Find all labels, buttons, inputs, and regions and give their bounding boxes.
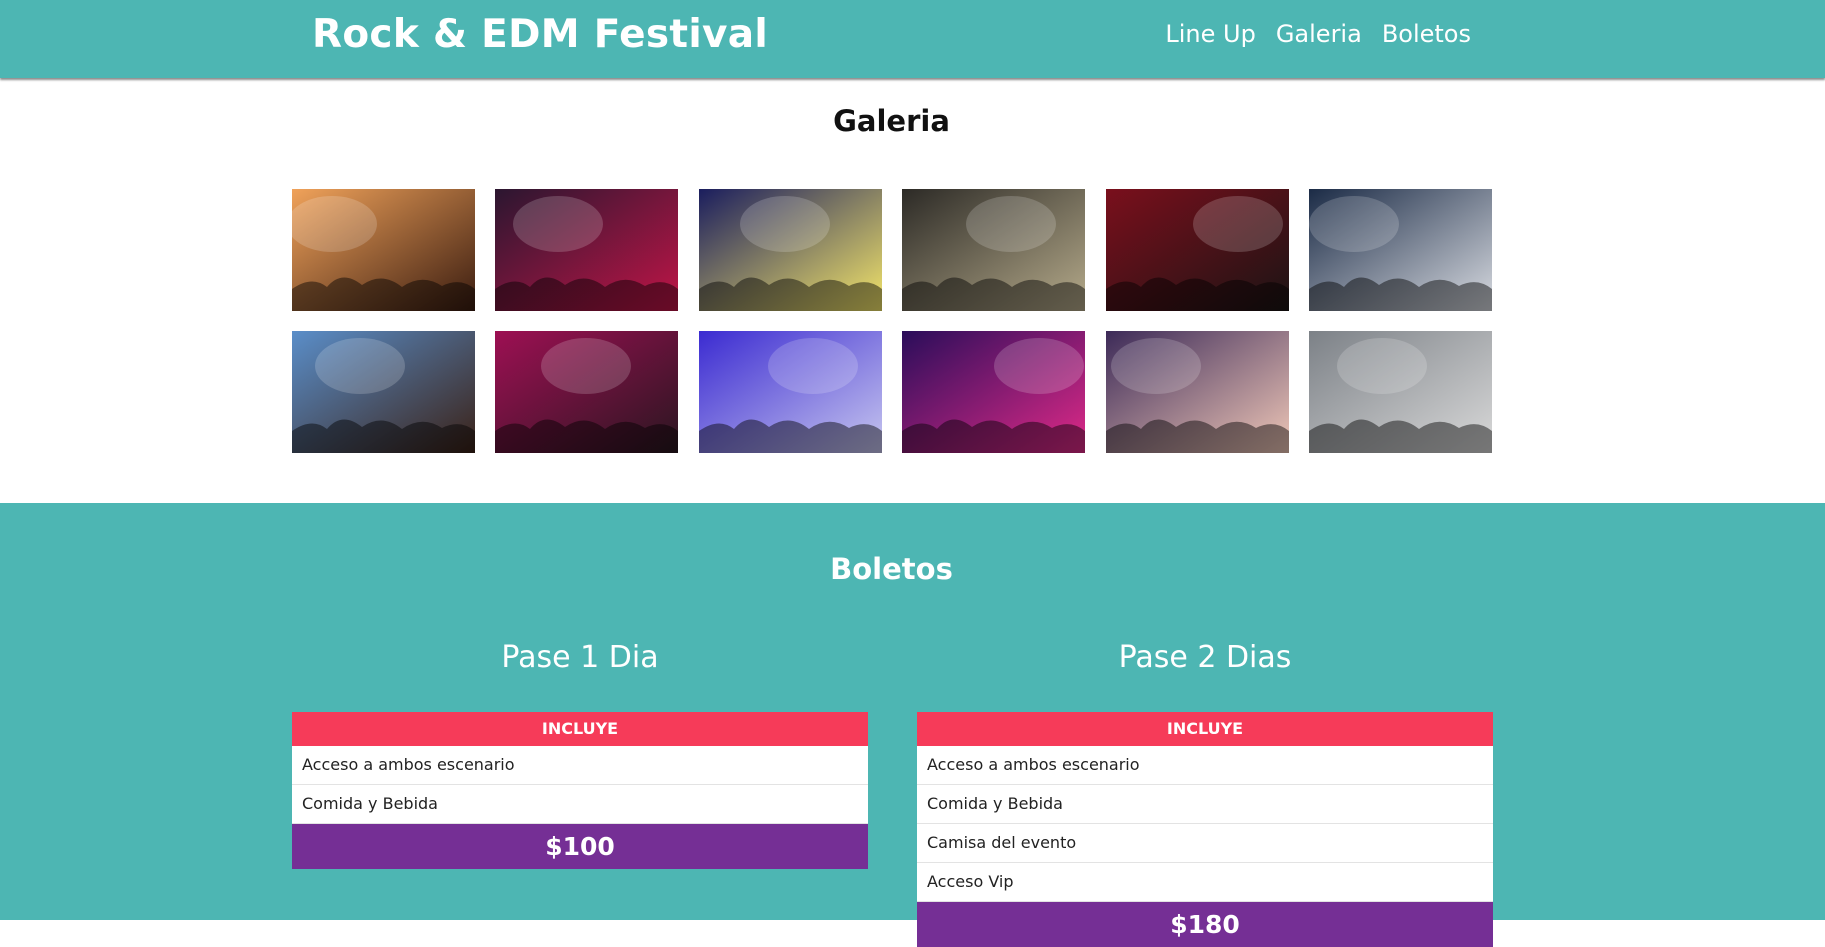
gallery-image-singer-smoke[interactable]: [1308, 331, 1492, 453]
gallery-image-dj-turntable[interactable]: [902, 189, 1086, 311]
gallery-image-guitar-closeup[interactable]: [292, 331, 475, 453]
include-item: Comida y Bebida: [917, 785, 1493, 824]
nav-link-galeria[interactable]: Galeria: [1276, 18, 1362, 50]
tickets-section: Boletos Pase 1 Dia INCLUYE Acceso a ambo…: [0, 503, 1825, 947]
gallery-image-dj-hand-purple[interactable]: [902, 331, 1086, 453]
site-brand[interactable]: Rock & EDM Festival: [312, 10, 768, 60]
gallery-image-band-stage[interactable]: [1105, 331, 1289, 453]
nav-link-line-up[interactable]: Line Up: [1165, 18, 1255, 50]
includes-header: INCLUYE: [292, 712, 868, 746]
include-item: Comida y Bebida: [292, 785, 868, 824]
gallery-image-concert-crowd[interactable]: [292, 189, 475, 311]
gallery-image-singer[interactable]: [495, 189, 679, 311]
pass-1-day: Pase 1 Dia INCLUYE Acceso a ambos escena…: [292, 638, 868, 869]
gallery-title: Galeria: [833, 104, 950, 138]
main-nav: Line Up Galeria Boletos: [1165, 18, 1471, 50]
nav-link-boletos[interactable]: Boletos: [1382, 18, 1471, 50]
pass-title: Pase 1 Dia: [501, 640, 659, 675]
tickets-title: Boletos: [830, 552, 953, 586]
pass-2-days: Pase 2 Dias INCLUYE Acceso a ambos escen…: [917, 638, 1493, 947]
pass-table: INCLUYE Acceso a ambos escenario Comida …: [917, 712, 1493, 947]
pass-table: INCLUYE Acceso a ambos escenario Comida …: [292, 712, 868, 869]
pass-price: $180: [917, 902, 1493, 947]
gallery-image-club-lights[interactable]: [698, 189, 882, 311]
include-item: Acceso a ambos escenario: [292, 746, 868, 785]
pass-title: Pase 2 Dias: [1118, 640, 1292, 675]
includes-header: INCLUYE: [917, 712, 1493, 746]
include-item: Camisa del evento: [917, 824, 1493, 863]
gallery-image-dj-laptop[interactable]: [495, 331, 679, 453]
gallery-image-dj-woman[interactable]: [1308, 189, 1492, 311]
gallery-image-dj-mixer-blue[interactable]: [698, 331, 882, 453]
gallery-image-guitarist-red[interactable]: [1105, 189, 1289, 311]
include-item: Acceso Vip: [917, 863, 1493, 902]
include-item: Acceso a ambos escenario: [917, 746, 1493, 785]
site-header: Rock & EDM Festival Line Up Galeria Bole…: [0, 0, 1825, 78]
gallery-grid: [292, 189, 1492, 453]
pass-price: $100: [292, 824, 868, 869]
